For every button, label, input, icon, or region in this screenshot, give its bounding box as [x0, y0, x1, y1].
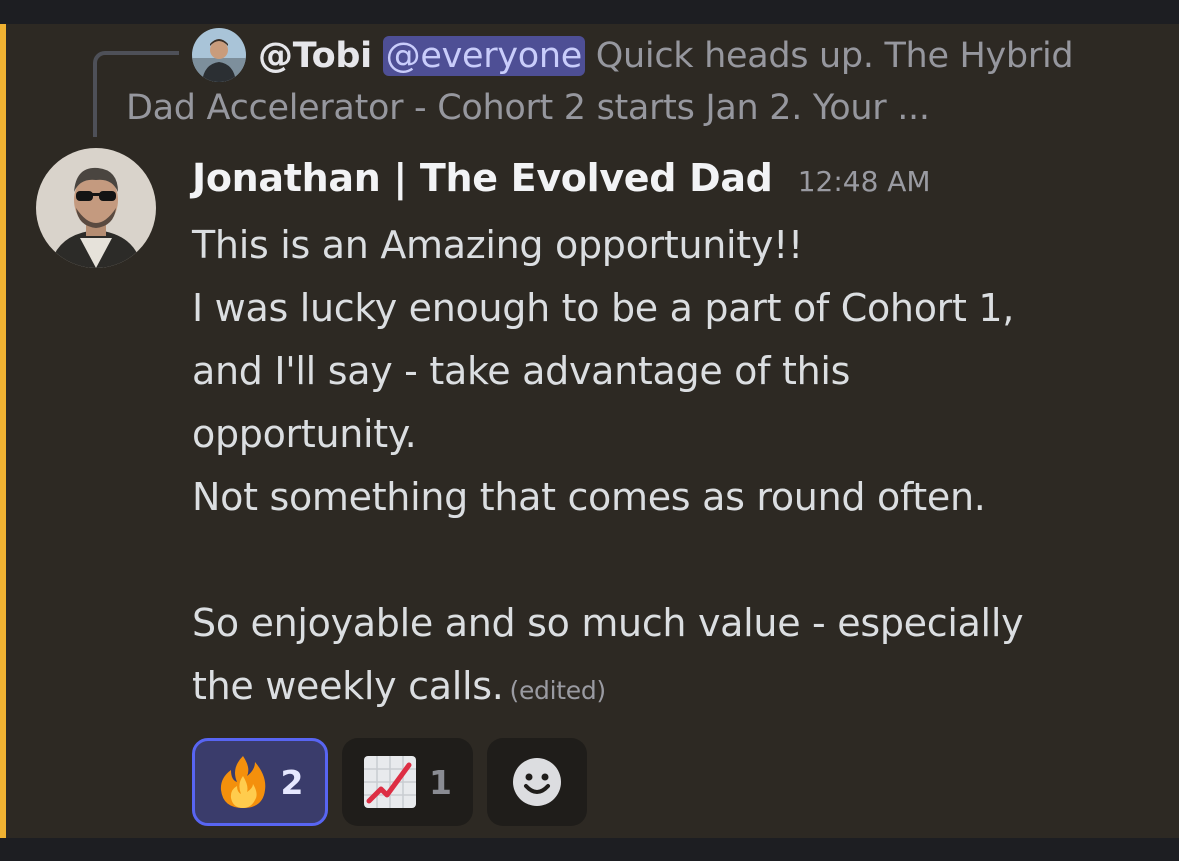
reply-text-line2: Dad Accelerator - Cohort 2 starts Jan 2.… — [126, 88, 930, 128]
top-frame — [0, 0, 1179, 24]
reaction-fire[interactable]: 2 — [192, 738, 328, 826]
mention-highlight-bar — [0, 24, 6, 838]
reaction-count: 2 — [280, 762, 304, 802]
smiley-add-icon — [513, 758, 561, 806]
message-line — [192, 529, 1152, 592]
reply-preview[interactable]: @Tobi @everyone Quick heads up. The Hybr… — [126, 30, 1132, 134]
message-line-text: the weekly calls. — [192, 664, 504, 708]
bottom-frame — [0, 838, 1179, 861]
chart-increasing-icon — [364, 756, 417, 808]
message-timestamp[interactable]: 12:48 AM — [798, 165, 931, 198]
message-line: I was lucky enough to be a part of Cohor… — [192, 286, 1015, 330]
reaction-count: 1 — [429, 762, 452, 802]
everyone-mention[interactable]: @everyone — [382, 36, 585, 76]
author-name[interactable]: Jonathan | The Evolved Dad — [192, 156, 773, 200]
message-item[interactable]: @Tobi @everyone Quick heads up. The Hybr… — [0, 24, 1179, 838]
reaction-bar: 2 1 — [192, 738, 587, 826]
author-avatar[interactable] — [36, 148, 156, 268]
message-line: opportunity. — [192, 412, 417, 456]
message-line: So enjoyable and so much value - especia… — [192, 601, 1024, 645]
add-reaction-button[interactable] — [487, 738, 587, 826]
edited-label: (edited) — [509, 676, 606, 705]
reply-author-name[interactable]: @Tobi — [258, 36, 372, 76]
message-header: Jonathan | The Evolved Dad 12:48 AM — [192, 156, 931, 200]
message-line: and I'll say - take advantage of this — [192, 349, 851, 393]
reply-text-line1: Quick heads up. The Hybrid — [595, 36, 1074, 76]
message-line-last: the weekly calls. (edited) — [192, 655, 1152, 722]
message-line: This is an Amazing opportunity!! — [192, 223, 803, 267]
fire-icon — [220, 756, 265, 808]
reaction-chart-increasing[interactable]: 1 — [342, 738, 473, 826]
message-line: Not something that comes as round often. — [192, 475, 986, 519]
message-content: This is an Amazing opportunity!! I was l… — [192, 214, 1152, 722]
